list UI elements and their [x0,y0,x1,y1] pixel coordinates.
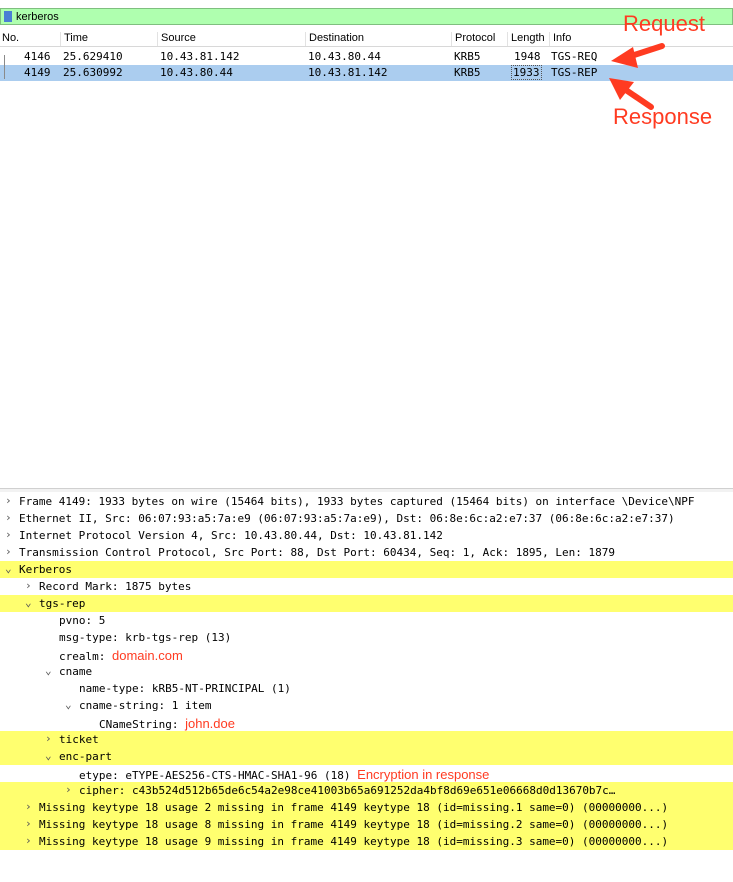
tree-item[interactable]: › Internet Protocol Version 4, Src: 10.43… [0,527,733,544]
chevron-right-icon[interactable]: › [25,579,37,592]
tree-item-label: Frame 4149: 1933 bytes on wire (15464 bi… [19,495,695,508]
annotation-encryption: Encryption in response [357,767,490,782]
tree-item[interactable]: ⌄ tgs-rep [0,595,733,612]
tree-item-label: enc-part [59,750,112,763]
tree-item-label: Missing keytype 18 usage 8 missing in fr… [39,818,669,831]
chevron-right-icon[interactable]: › [65,783,77,796]
tree-item[interactable]: ⌄ cname [0,663,733,680]
chevron-right-icon[interactable]: › [25,817,37,830]
tree-item[interactable]: › ticket [0,731,733,748]
tree-item-label: cipher: c43b524d512b65de6c54a2e98ce41003… [79,784,616,797]
chevron-right-icon[interactable]: › [5,528,17,541]
tree-item[interactable]: ⌄ Kerberos [0,561,733,578]
arrow-to-request-icon [611,43,665,68]
chevron-right-icon[interactable]: › [25,800,37,813]
tree-item[interactable]: › cipher: c43b524d512b65de6c54a2e98ce4100… [0,782,733,799]
tree-item-label: Missing keytype 18 usage 9 missing in fr… [39,835,669,848]
chevron-right-icon[interactable]: › [25,834,37,847]
annotation-domain: domain.com [111,648,183,663]
annotation-arrows [609,43,665,110]
tree-item-label: Missing keytype 18 usage 2 missing in fr… [39,801,669,814]
tree-item-label: msg-type: krb-tgs-rep (13) [59,631,232,644]
pane-splitter[interactable] [0,488,733,492]
tree-item-label: Kerberos [19,563,72,576]
packet-details-tree: › Frame 4149: 1933 bytes on wire (15464 b… [0,493,733,850]
annotation-user: john.doe [185,716,235,731]
tree-item-label: Transmission Control Protocol, Src Port:… [19,546,616,559]
tree-item[interactable]: › Ethernet II, Src: 06:07:93:a5:7a:e9 (06… [0,510,733,527]
tree-item[interactable]: CNameString: john.doe [0,714,733,731]
tree-item-label: etype: eTYPE-AES256-CTS-HMAC-SHA1-96 (18… [79,767,490,782]
chevron-down-icon[interactable]: ⌄ [45,664,57,677]
tree-item-label: pvno: 5 [59,614,106,627]
tree-item[interactable]: ⌄ cname-string: 1 item [0,697,733,714]
tree-item-label: crealm: domain.com [59,648,183,663]
tree-item-label: Internet Protocol Version 4, Src: 10.43.… [19,529,443,542]
tree-item-label: name-type: kRB5-NT-PRINCIPAL (1) [79,682,291,695]
tree-item-label: Record Mark: 1875 bytes [39,580,192,593]
chevron-right-icon[interactable]: › [45,732,57,745]
tree-item[interactable]: ⌄ enc-part [0,748,733,765]
chevron-right-icon[interactable]: › [5,511,17,524]
tree-item-label: CNameString: john.doe [99,716,235,731]
tree-item[interactable]: › Missing keytype 18 usage 8 missing in f… [0,816,733,833]
tree-item[interactable]: crealm: domain.com [0,646,733,663]
tree-item[interactable]: › Transmission Control Protocol, Src Port… [0,544,733,561]
chevron-down-icon[interactable]: ⌄ [25,596,37,609]
tree-item[interactable]: name-type: kRB5-NT-PRINCIPAL (1) [0,680,733,697]
tree-item-label: cname [59,665,93,678]
tree-item-label: tgs-rep [39,597,86,610]
tree-item[interactable]: › Missing keytype 18 usage 9 missing in f… [0,833,733,850]
tree-item[interactable]: pvno: 5 [0,612,733,629]
tree-item-label: cname-string: 1 item [79,699,212,712]
tree-item-label: Ethernet II, Src: 06:07:93:a5:7a:e9 (06:… [19,512,675,525]
chevron-right-icon[interactable]: › [5,545,17,558]
tree-item[interactable]: › Frame 4149: 1933 bytes on wire (15464 b… [0,493,733,510]
tree-item[interactable]: msg-type: krb-tgs-rep (13) [0,629,733,646]
chevron-down-icon[interactable]: ⌄ [65,698,77,711]
tree-item[interactable]: › Record Mark: 1875 bytes [0,578,733,595]
arrow-to-response-icon [609,78,654,110]
tree-item[interactable]: etype: eTYPE-AES256-CTS-HMAC-SHA1-96 (18… [0,765,733,782]
tree-item[interactable]: › Missing keytype 18 usage 2 missing in f… [0,799,733,816]
chevron-right-icon[interactable]: › [5,494,17,507]
tree-item-label: ticket [59,733,99,746]
chevron-down-icon[interactable]: ⌄ [5,562,17,575]
chevron-down-icon[interactable]: ⌄ [45,749,57,762]
